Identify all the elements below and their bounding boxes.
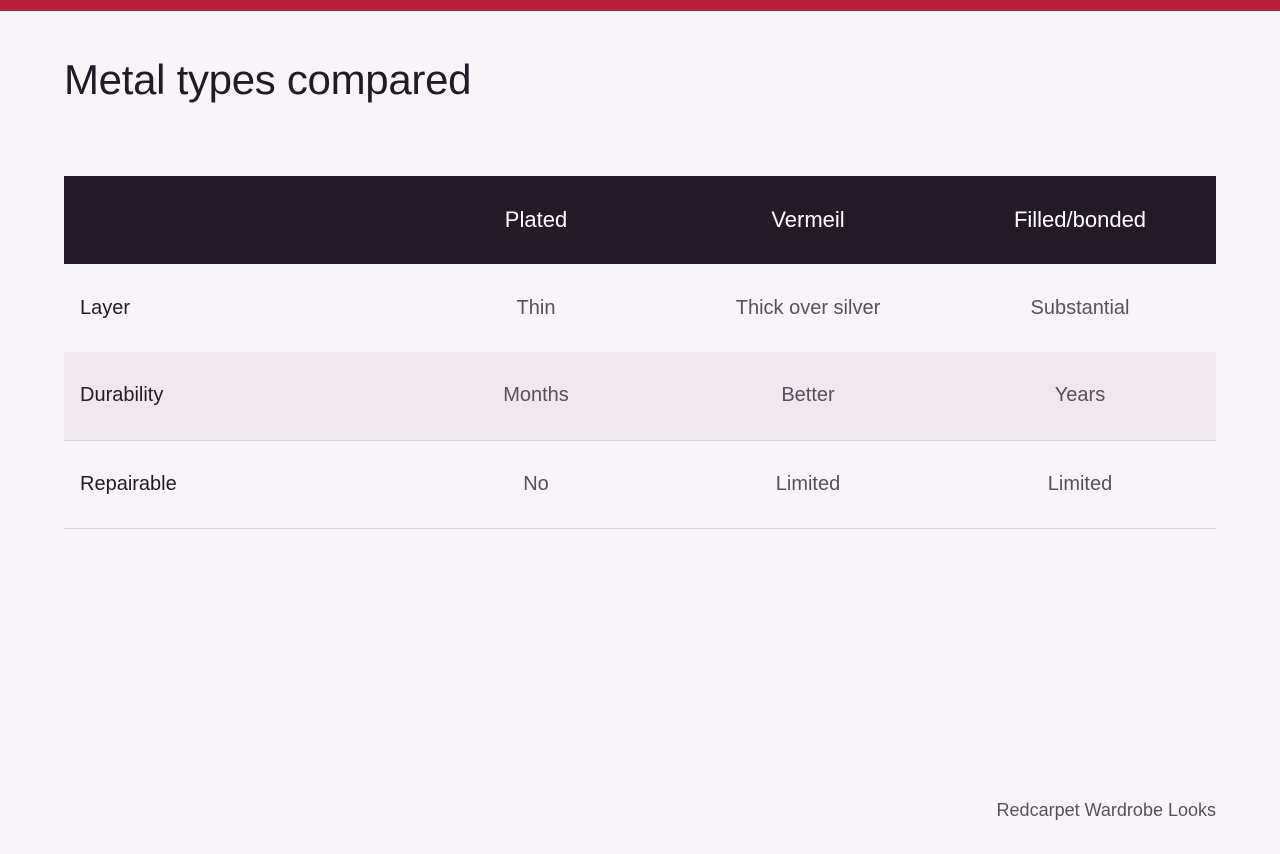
table-cell: Substantial [1030,296,1130,319]
row-label-repairable: Repairable [80,472,177,495]
table-cell: Thick over silver [735,296,881,319]
table-header-row: Plated Vermeil Filled/bonded [64,176,1216,264]
table-cell: Limited [1047,472,1113,495]
table-cell: Thin [516,296,556,319]
accent-top-bar [0,0,1280,11]
column-header-vermeil: Vermeil [771,207,845,232]
table-cell: Years [1054,384,1106,407]
column-header-blank [64,176,400,264]
comparison-table: Plated Vermeil Filled/bonded Layer Thin … [64,176,1216,529]
table-row-repairable: Repairable No Limited Limited [64,440,1216,528]
column-header-plated: Plated [504,207,568,232]
table-cell: Months [503,384,569,407]
page-title: Metal types compared [64,56,472,103]
footer-brand: Redcarpet Wardrobe Looks [996,800,1216,820]
table-row-layer: Layer Thin Thick over silver Substantial [64,264,1216,352]
row-label-durability: Durability [80,384,164,407]
row-label-layer: Layer [80,296,131,319]
table-cell: No [523,472,549,495]
table-row-durability: Durability Months Better Years [64,352,1216,440]
column-header-filled-bonded: Filled/bonded [1013,207,1147,232]
table-cell: Better [781,384,835,407]
table-cell: Limited [775,472,841,495]
